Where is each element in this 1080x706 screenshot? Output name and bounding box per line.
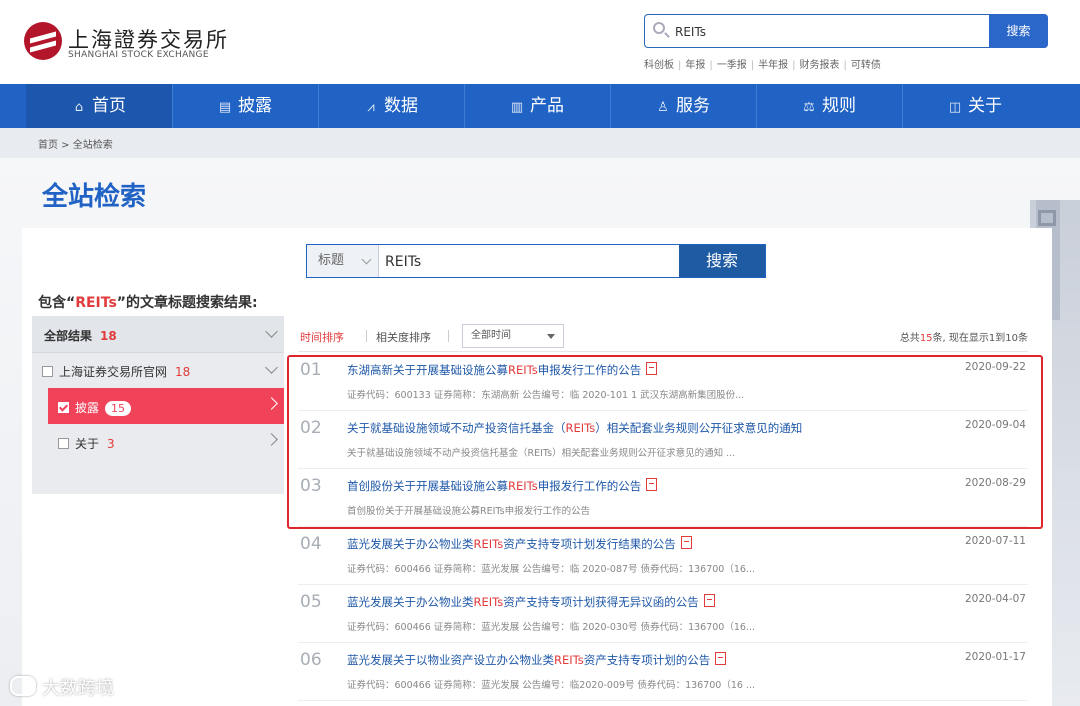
sort-by-relevance[interactable]: 相关度排序 [376,329,431,345]
sidebar-item-sse-site[interactable]: 上海证券交易所官网 18 [32,352,284,388]
result-total: 总共15条, 现在显示1到10条 [899,333,1028,344]
result-summary: 证券代码：600466 证券简称：蓝光发展 公告编号：临 2020-030号 债… [347,622,755,633]
quick-link-q1-report[interactable]: 一季报 [717,60,747,71]
red-highlight-annotation [287,355,1043,529]
pdf-icon[interactable] [680,536,692,549]
category-sidebar: 全部结果 18 上海证券交易所官网 18 披露 15 关于 3 [32,316,284,494]
nav-item-services[interactable]: ♙ 服务 [610,84,756,128]
chevron-down-icon [265,325,278,338]
result-caption: 包含“REITs”的文章标题搜索结果: [38,295,258,311]
result-item: 04 蓝光发展关于办公物业类REITs资产支持专项计划发行结果的公告 2020-… [298,526,1028,585]
result-index: 04 [300,534,322,554]
breadcrumb-bar: 首页 > 全站检索 [0,128,1080,158]
quick-link-half-year-report[interactable]: 半年报 [758,60,788,71]
nav-item-products[interactable]: ▥ 产品 [464,84,610,128]
result-title-link[interactable]: 蓝光发展关于办公物业类REITs资产支持专项计划发行结果的公告 [347,536,692,552]
header-search-box: 搜索 [644,14,1048,48]
quick-link-convertible-bonds[interactable]: 可转债 [851,60,881,71]
sort-by-time[interactable]: 时间排序 [300,329,344,345]
quick-link-star-market[interactable]: 科创板 [644,60,674,71]
sidebar-item-all-results[interactable]: 全部结果 18 [32,316,284,353]
scale-icon: ⚖ [803,100,815,115]
quick-link-financial-statements[interactable]: 财务报表 [800,60,840,71]
chevron-down-icon [361,254,372,265]
nav-item-about[interactable]: ◫ 关于 [902,84,1048,128]
document-icon: ▤ [218,100,232,115]
nav-item-home[interactable]: ⌂ 首页 [26,84,172,128]
result-title-link[interactable]: 蓝光发展关于办公物业类REITs资产支持专项计划获得无异议函的公告 [347,594,715,610]
search-type-select[interactable]: 标题 [307,245,379,277]
nav-item-data[interactable]: ⩘ 数据 [318,84,464,128]
result-date: 2020-07-11 [964,535,1026,547]
sidebar-item-about[interactable]: 关于 3 [48,424,284,460]
all-results-count: 18 [100,329,117,343]
search-icon [653,22,665,34]
result-keyword: REITs [75,295,117,311]
home-icon: ⌂ [74,100,84,115]
result-index: 05 [300,592,322,612]
result-title-link[interactable]: 蓝光发展关于以物业资产设立办公物业类REITs资产支持专项计划的公告 [347,652,727,668]
checkbox[interactable] [58,438,69,449]
page-title: 全站检索 [42,182,147,212]
time-range-select[interactable]: 全部时间 [462,324,564,348]
site-count: 18 [175,365,191,379]
pdf-icon[interactable] [703,594,715,607]
header-search-input[interactable] [673,19,977,45]
result-item: 05 蓝光发展关于办公物业类REITs资产支持专项计划获得无异议函的公告 202… [298,584,1028,643]
sidebar-item-disclosure[interactable]: 披露 15 [48,388,284,424]
quick-links: 科创板 | 年报 | 一季报 | 半年报 | 财务报表 | 可转债 [644,60,881,71]
watermark: 大数跨境 [10,674,114,700]
site-header: 上海證券交易所 SHANGHAI STOCK EXCHANGE 搜索 科创板|年… [0,0,1080,84]
disclosure-count-badge: 15 [105,401,132,416]
main-nav: ⌂ 首页 ▤ 披露 ⩘ 数据 ▥ 产品 ♙ 服务 ⚖ 规则 ◫ 关于 [0,84,1080,128]
result-index: 06 [300,650,322,670]
logo-english-name: SHANGHAI STOCK EXCHANGE [68,50,209,60]
result-date: 2020-01-17 [964,651,1026,663]
bar-chart-icon: ▥ [510,100,524,115]
sort-bar: 时间排序 相关度排序 全部时间 总共15条, 现在显示1到10条 [298,322,1028,350]
search-button[interactable]: 搜索 [679,245,765,277]
nav-item-disclosure[interactable]: ▤ 披露 [172,84,318,128]
user-icon: ♙ [657,100,669,115]
search-input[interactable] [379,245,687,279]
caret-down-icon [547,334,555,339]
pdf-icon[interactable] [715,652,727,665]
about-count: 3 [107,437,115,451]
chevron-right-icon [265,433,278,446]
result-summary: 证券代码：600466 证券简称：蓝光发展 公告编号：临 2020-087号 债… [347,564,755,575]
chevron-right-icon [265,397,278,410]
checkbox-checked[interactable] [58,402,69,413]
book-icon: ◫ [948,100,962,115]
header-search-button[interactable]: 搜索 [989,14,1048,48]
result-date: 2020-04-07 [964,593,1026,605]
breadcrumb[interactable]: 首页 > 全站检索 [38,136,113,151]
sse-logo-icon [24,22,62,60]
checkbox[interactable] [42,366,53,377]
nav-item-rules[interactable]: ⚖ 规则 [756,84,902,128]
result-summary: 证券代码：600466 证券简称：蓝光发展 公告编号：临2020-009号 债券… [347,680,755,691]
chevron-down-icon [265,361,278,374]
chart-icon: ⩘ [367,100,375,115]
result-item: 06 蓝光发展关于以物业资产设立办公物业类REITs资产支持专项计划的公告 20… [298,642,1028,701]
quick-link-annual-report[interactable]: 年报 [685,60,705,71]
search-form: 标题 搜索 [306,244,766,279]
watermark-logo-icon [10,676,36,696]
